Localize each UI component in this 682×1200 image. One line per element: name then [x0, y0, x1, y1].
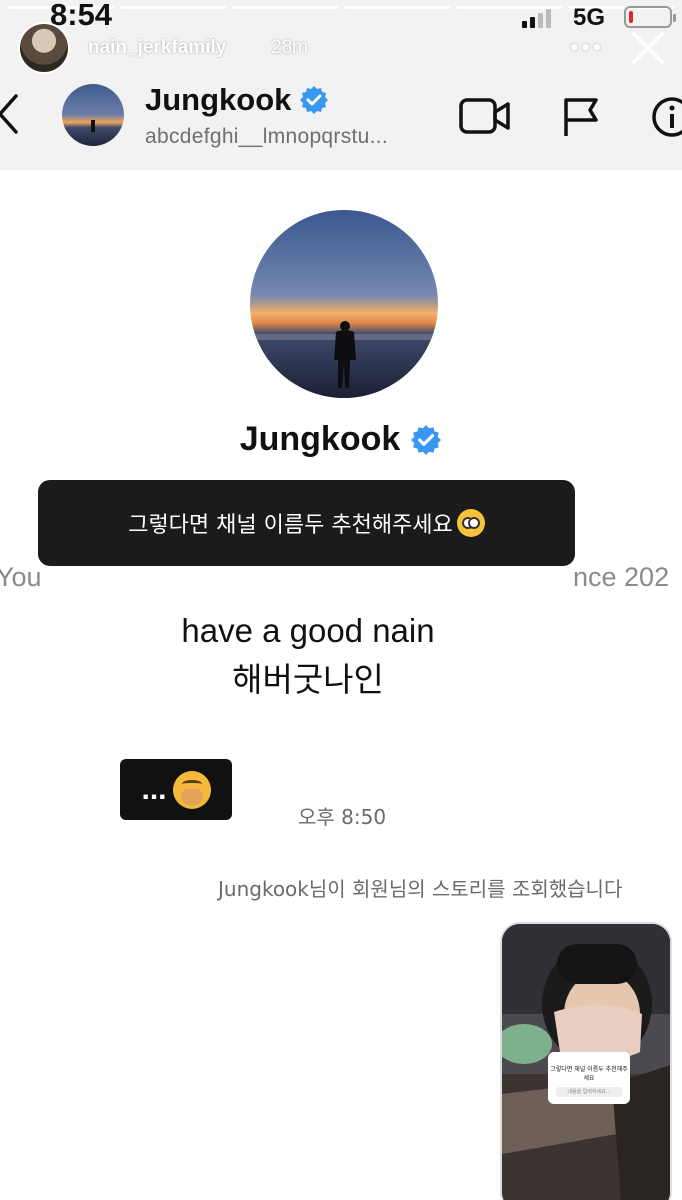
sticker-question-text: 그렇다면 채널 이름두 추천해주세요: [128, 513, 453, 538]
progress-segment: [344, 6, 450, 9]
story-username[interactable]: nain_jerkfamily: [88, 37, 226, 59]
chat-avatar[interactable]: [62, 84, 124, 146]
progress-segment: [120, 6, 226, 9]
story-caption-english: have a good nain: [181, 612, 435, 649]
story-viewed-notice: Jungkook님이 회원님의 스토리를 조회했습니다: [218, 877, 623, 901]
close-icon[interactable]: [628, 28, 668, 68]
battery-icon: [624, 6, 676, 28]
progress-segment: [232, 6, 338, 9]
thumbnail-question-sticker: 그렇다면 채널 이름두 추천해주세요 내용을 입력하세요...: [548, 1052, 630, 1104]
back-arrow-icon[interactable]: [0, 92, 22, 136]
profile-name-text: Jungkook: [239, 420, 401, 458]
chat-title[interactable]: Jungkook: [145, 82, 329, 118]
profile-meta-right: nce 202: [573, 562, 670, 592]
flushed-emoji-icon: [456, 509, 485, 537]
thumbnail-question-text: 그렇다면 채널 이름두 추천해주세요: [550, 1066, 628, 1082]
hand-over-mouth-emoji-icon: [172, 770, 211, 809]
network-label: 5G: [573, 4, 606, 31]
chat-name: Jungkook: [145, 82, 292, 117]
story-text-label: ...: [120, 759, 232, 820]
signal-icon: [522, 8, 551, 28]
profile-avatar[interactable]: [250, 210, 438, 398]
chat-handle: abcdefghi__lmnopqrstu...: [145, 125, 389, 148]
thumbnail-input-placeholder: 내용을 입력하세요...: [556, 1087, 622, 1097]
verified-badge-icon: [411, 424, 442, 455]
question-sticker: 그렇다면 채널 이름두 추천해주세요: [38, 480, 575, 566]
more-options-icon[interactable]: •••: [570, 34, 604, 62]
profile-meta-left: You: [0, 562, 42, 592]
story-age: 28m: [271, 37, 308, 58]
ellipsis-text: ...: [141, 772, 167, 806]
flag-icon[interactable]: [560, 96, 602, 138]
message-timestamp: 오후 8:50: [298, 805, 387, 829]
story-user-avatar[interactable]: [18, 22, 70, 74]
profile-name: Jungkook: [0, 420, 682, 459]
story-preview-thumbnail[interactable]: 그렇다면 채널 이름두 추천해주세요 내용을 입력하세요...: [500, 922, 672, 1200]
story-caption-korean: 해버굿나인: [232, 660, 384, 699]
video-call-icon[interactable]: [458, 96, 512, 136]
verified-badge-icon: [300, 86, 329, 114]
info-icon[interactable]: [650, 95, 682, 139]
